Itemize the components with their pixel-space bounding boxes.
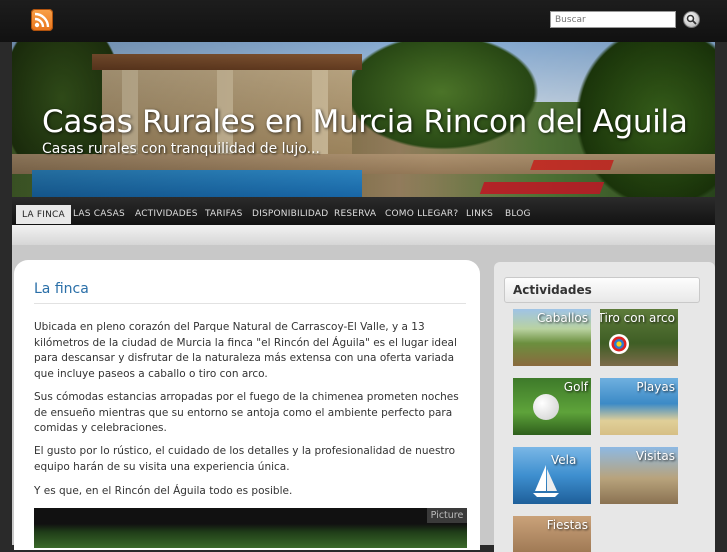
golf-ball-icon — [533, 394, 559, 420]
activity-label: Golf — [563, 380, 588, 394]
nav-item-reserva[interactable]: RESERVA — [328, 204, 382, 224]
activity-visitas[interactable]: Visitas — [600, 447, 678, 504]
widget-title-actividades: Actividades — [504, 277, 700, 303]
main-nav: LA FINCA LAS CASAS ACTIVIDADES TARIFAS D… — [12, 197, 715, 225]
nav-item-disponibilidad[interactable]: DISPONIBILIDAD — [246, 204, 334, 224]
nav-item-blog[interactable]: BLOG — [499, 204, 537, 224]
nav-item-las-casas[interactable]: LAS CASAS — [67, 204, 131, 224]
finca-photo[interactable]: Picture — [34, 508, 467, 548]
activity-playas[interactable]: Playas — [600, 378, 678, 435]
activity-caballos[interactable]: Caballos — [513, 309, 591, 366]
nav-item-como-llegar[interactable]: COMO LLEGAR? — [379, 204, 464, 224]
page-title: La finca — [34, 281, 89, 297]
header-banner: Casas Rurales en Murcia Rincon del Aguil… — [12, 42, 715, 197]
activity-label: Visitas — [635, 449, 675, 463]
title-divider — [34, 303, 466, 304]
search-icon — [686, 14, 697, 25]
sailboat-icon — [533, 465, 559, 497]
main-content: La finca Ubicada en pleno corazón del Pa… — [14, 260, 480, 550]
sub-nav-bar — [12, 225, 715, 245]
activity-label: Fiestas — [546, 518, 588, 532]
site-tagline: Casas rurales con tranquilidad de lujo..… — [42, 141, 320, 157]
activity-label: Tiro con arco — [600, 311, 675, 325]
nav-item-actividades[interactable]: ACTIVIDADES — [129, 204, 204, 224]
top-bar — [0, 0, 727, 42]
rss-feed-icon[interactable] — [31, 9, 53, 31]
archery-target-icon — [609, 334, 629, 354]
activity-tiro-con-arco[interactable]: Tiro con arco — [600, 309, 678, 366]
search-input[interactable] — [550, 11, 676, 28]
activity-label: Caballos — [537, 311, 588, 325]
activity-fiestas[interactable]: Fiestas — [513, 516, 591, 552]
content-paragraph: Sus cómodas estancias arropadas por el f… — [34, 391, 459, 435]
sidebar: Actividades Caballos Tiro con arco Golf … — [494, 262, 715, 552]
content-paragraph: Y es que, en el Rincón del Águila todo e… — [34, 485, 293, 497]
nav-item-la-finca[interactable]: LA FINCA — [16, 205, 71, 224]
activity-label: Playas — [636, 380, 675, 394]
activity-golf[interactable]: Golf — [513, 378, 591, 435]
nav-item-tarifas[interactable]: TARIFAS — [199, 204, 248, 224]
content-paragraph: El gusto por lo rústico, el cuidado de l… — [34, 445, 456, 473]
site-title[interactable]: Casas Rurales en Murcia Rincon del Aguil… — [42, 104, 688, 140]
activity-vela[interactable]: Vela — [513, 447, 591, 504]
nav-item-links[interactable]: LINKS — [460, 204, 499, 224]
search-button[interactable] — [683, 11, 700, 28]
content-paragraph: Ubicada en pleno corazón del Parque Natu… — [34, 321, 457, 380]
photo-tab[interactable]: Picture — [427, 508, 467, 523]
